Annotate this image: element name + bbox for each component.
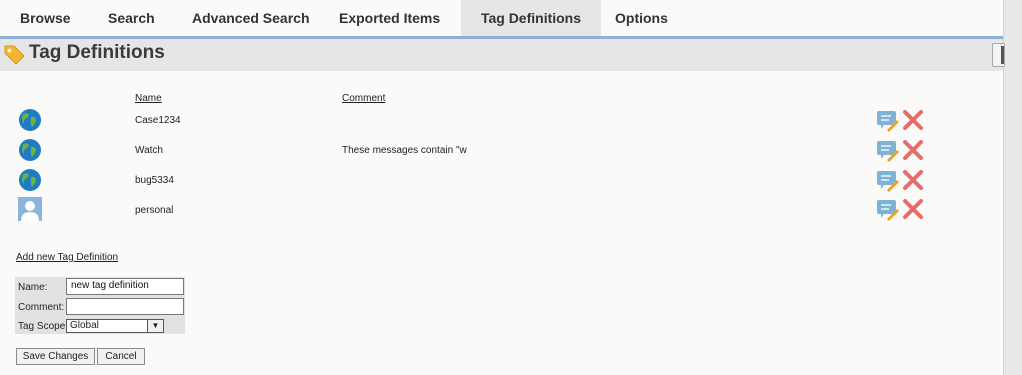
delete-icon[interactable] bbox=[902, 110, 924, 130]
globe-icon bbox=[19, 139, 41, 161]
name-field[interactable]: new tag definition bbox=[66, 278, 184, 295]
page-header: Tag Definitions bbox=[0, 39, 1003, 71]
chevron-down-icon[interactable]: ▼ bbox=[147, 320, 163, 332]
save-changes-button[interactable]: Save Changes bbox=[16, 348, 95, 365]
edit-icon[interactable] bbox=[876, 110, 900, 132]
name-label: Name: bbox=[18, 282, 48, 293]
main-nav: Browse Search Advanced Search Exported I… bbox=[0, 0, 1003, 36]
comment-field[interactable] bbox=[66, 298, 184, 315]
tab-advanced-search[interactable]: Advanced Search bbox=[192, 0, 310, 36]
globe-icon bbox=[19, 169, 41, 191]
edit-icon[interactable] bbox=[876, 199, 900, 221]
user-icon bbox=[18, 197, 42, 221]
tag-scope-label: Tag Scope: bbox=[18, 321, 69, 332]
scrollbar-thumb[interactable] bbox=[992, 43, 1005, 67]
tag-name: personal bbox=[135, 205, 174, 216]
tag-name: bug5334 bbox=[135, 175, 174, 186]
delete-icon[interactable] bbox=[902, 170, 924, 190]
delete-icon[interactable] bbox=[902, 199, 924, 219]
add-tag-definition-link[interactable]: Add new Tag Definition bbox=[16, 252, 118, 263]
tag-name: Case1234 bbox=[135, 115, 181, 126]
tab-exported-items[interactable]: Exported Items bbox=[339, 0, 440, 36]
tag-scope-select[interactable]: Global ▼ bbox=[66, 319, 164, 333]
edit-icon[interactable] bbox=[876, 140, 900, 162]
column-header-name[interactable]: Name bbox=[135, 93, 162, 104]
page-title: Tag Definitions bbox=[29, 42, 165, 63]
tag-scope-value: Global bbox=[70, 320, 99, 331]
tag-name: Watch bbox=[135, 145, 163, 156]
tab-browse[interactable]: Browse bbox=[20, 0, 71, 36]
scrollbar-track[interactable] bbox=[1003, 0, 1022, 375]
globe-icon bbox=[19, 109, 41, 131]
delete-icon[interactable] bbox=[902, 140, 924, 160]
tag-icon bbox=[4, 45, 25, 65]
tag-comment: These messages contain "w bbox=[342, 145, 467, 156]
cancel-button[interactable]: Cancel bbox=[97, 348, 145, 365]
tab-search[interactable]: Search bbox=[108, 0, 155, 36]
edit-icon[interactable] bbox=[876, 170, 900, 192]
column-header-comment[interactable]: Comment bbox=[342, 93, 385, 104]
tab-tag-definitions[interactable]: Tag Definitions bbox=[461, 0, 601, 36]
tab-options[interactable]: Options bbox=[615, 0, 668, 36]
comment-label: Comment: bbox=[18, 302, 65, 313]
